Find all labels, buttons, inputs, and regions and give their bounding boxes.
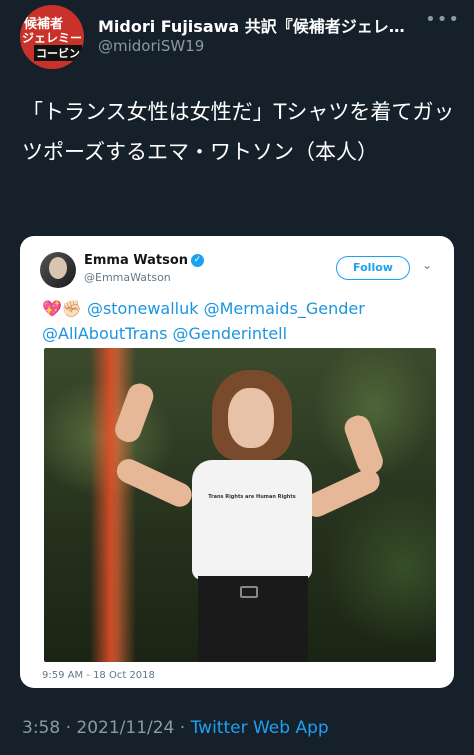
- verified-badge-icon: ✓: [191, 254, 205, 267]
- tweet-header: 候補者 ジェレミー コービン Midori Fujisawa 共訳『候補者ジェレ…: [20, 5, 460, 69]
- belt-buckle: [240, 586, 258, 598]
- author-handle[interactable]: @midoriSW19: [98, 37, 204, 55]
- embedded-photo[interactable]: Trans Rights are Human Rights: [44, 348, 436, 662]
- author-name[interactable]: Midori Fujisawa 共訳『候補者ジェレ…: [98, 13, 428, 37]
- avatar-text-line2: ジェレミー: [22, 31, 83, 45]
- tweet-text: 「トランス女性は女性だ」Tシャツを着てガッツポーズするエマ・ワトソン（本人）: [22, 100, 455, 164]
- embedded-author-handle[interactable]: @EmmaWatson: [84, 271, 171, 284]
- face: [228, 388, 274, 448]
- tweet-source-link[interactable]: Twitter Web App: [191, 718, 329, 738]
- embedded-tweet-text: 💖✊🏻 @stonewalluk @Mermaids_Gender @AllAb…: [42, 296, 442, 346]
- follow-button[interactable]: Follow: [336, 256, 410, 280]
- heart-fist-emoji: 💖✊🏻: [42, 299, 82, 318]
- tweet-timestamp[interactable]: 3:58 · 2021/11/24 ·: [22, 718, 185, 738]
- tweet-meta: 3:58 · 2021/11/24 · Twitter Web App: [22, 718, 329, 738]
- more-horizontal-icon[interactable]: •••: [425, 9, 460, 30]
- mention-line-2[interactable]: @AllAboutTrans @Genderintell: [42, 324, 287, 343]
- embedded-author-name-row[interactable]: Emma Watson ✓: [84, 253, 205, 268]
- right-arm: [341, 412, 387, 478]
- avatar-text-line3: コービン: [34, 45, 82, 61]
- t-shirt: Trans Rights are Human Rights: [192, 460, 312, 580]
- t-shirt-slogan: Trans Rights are Human Rights: [208, 494, 296, 500]
- chevron-down-icon[interactable]: ⌄: [422, 258, 432, 272]
- embedded-timestamp[interactable]: 9:59 AM - 18 Oct 2018: [42, 670, 155, 681]
- embedded-author-name[interactable]: Emma Watson: [84, 253, 188, 268]
- embedded-author-avatar[interactable]: [40, 252, 76, 288]
- author-avatar[interactable]: 候補者 ジェレミー コービン: [20, 5, 84, 69]
- mention-line-1[interactable]: @stonewalluk @Mermaids_Gender: [87, 299, 365, 318]
- right-forearm: [300, 465, 384, 521]
- embedded-tweet-card[interactable]: Emma Watson ✓ @EmmaWatson Follow ⌄ 💖✊🏻 @s…: [20, 236, 454, 688]
